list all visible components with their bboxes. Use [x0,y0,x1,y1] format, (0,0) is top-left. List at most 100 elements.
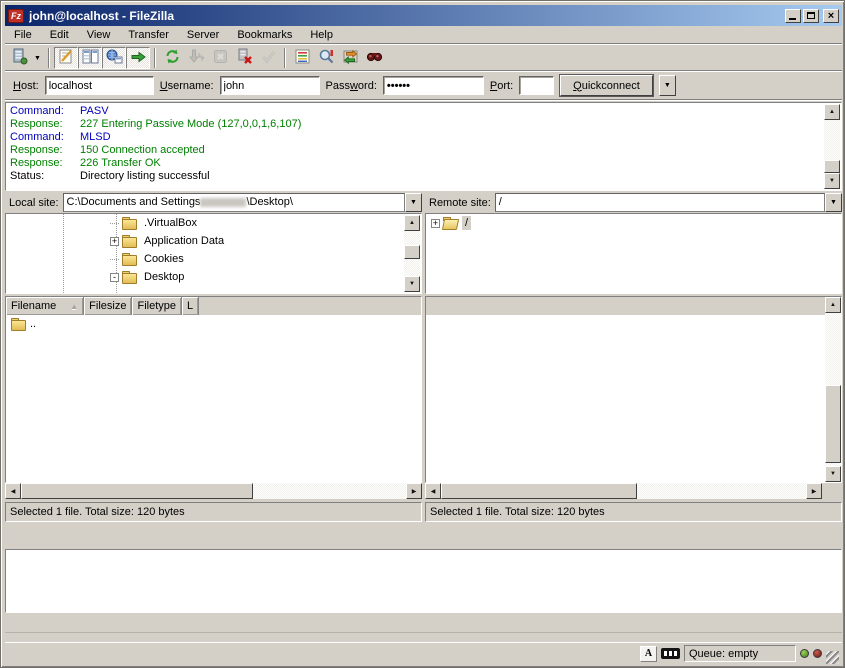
column-header[interactable]: Filetype ▲ [132,297,182,315]
queue-status: Queue: empty [684,645,796,662]
menu-item[interactable]: Bookmarks [228,28,301,42]
scrollbar-thumb[interactable] [441,483,637,499]
transfer-queue-list[interactable] [5,549,842,613]
close-button[interactable]: × [823,9,839,23]
toggle-transfer-queue-button[interactable] [126,47,150,69]
scroll-up-icon[interactable]: ▲ [824,104,840,120]
synchronized-browsing-button[interactable] [338,47,362,69]
reconnect-button[interactable] [256,47,280,69]
tree-item[interactable]: Cookies [6,250,421,268]
toolbar-separator [154,48,156,68]
filezilla-window: Fz john@localhost - FileZilla × FileEdit… [0,0,845,668]
column-header[interactable]: Filesize ▲ [84,297,132,315]
port-input[interactable] [519,76,554,95]
local-site-combo[interactable]: C:\Documents and Settings\Desktop\ ▼ [63,193,422,212]
process-queue-button[interactable] [184,47,208,69]
scroll-up-icon[interactable]: ▲ [404,215,420,231]
log-line: Response: 226 Transfer OK [6,157,824,170]
column-header[interactable]: L ▲ [182,297,199,315]
message-log: Command: PASV Response: 227 Entering Pas… [5,102,842,191]
..[interactable]: .. [6,315,421,332]
toolbar-separator [284,48,286,68]
remote-list-hscrollbar[interactable]: ◀ ▶ [425,483,822,499]
log-scrollbar[interactable]: ▲ ▼ [824,104,840,189]
menu-item[interactable]: View [78,28,120,42]
log-line: Command: PASV [6,105,824,118]
tree-item[interactable]: - Desktop [6,268,421,286]
menu-item[interactable]: Edit [41,28,78,42]
toggle-message-log-button[interactable] [54,47,78,69]
quickconnect-button[interactable]: Quickconnect [560,75,653,96]
tree-item[interactable]: + / [426,214,841,232]
window-title: john@localhost - FileZilla [29,9,783,23]
host-label: Host: [13,80,39,92]
scrollbar-thumb[interactable] [825,385,841,463]
quickconnect-bar: Host: Username: Password: Port: Quickcon… [5,72,842,99]
site-manager-dropdown[interactable]: ▼ [31,47,44,69]
remote-list-scrollbar[interactable]: ▲ ▼ [825,297,841,482]
scroll-down-icon[interactable]: ▼ [825,466,841,482]
scrollbar-thumb[interactable] [404,245,420,259]
tree-expander[interactable]: + [110,237,119,246]
disconnect-button[interactable] [232,47,256,69]
activity-led-red [813,649,822,658]
local-directory-tree: .VirtualBox + Application Data Cookies -… [5,213,422,294]
scroll-left-icon[interactable]: ◀ [5,483,21,499]
scroll-up-icon[interactable]: ▲ [825,297,841,313]
scroll-right-icon[interactable]: ▶ [406,483,422,499]
password-input[interactable] [383,76,484,95]
separator [5,99,842,101]
scroll-right-icon[interactable]: ▶ [806,483,822,499]
directory-comparison-button[interactable] [314,47,338,69]
tree-expander[interactable] [110,223,119,224]
remote-site-combo[interactable]: / ▼ [495,193,842,212]
chevron-down-icon[interactable]: ▼ [825,193,842,212]
menu-item[interactable]: Server [178,28,228,42]
scroll-left-icon[interactable]: ◀ [425,483,441,499]
menu-item[interactable]: Transfer [119,28,178,42]
queue-tabs [5,614,842,633]
tree-expander[interactable]: + [431,219,440,228]
password-label: Password: [326,80,377,92]
file-icon [11,317,26,331]
menu-item[interactable]: Help [301,28,342,42]
maximize-button[interactable] [803,9,819,23]
scrollbar-thumb[interactable] [824,160,840,173]
filter-button[interactable] [290,47,314,69]
toolbar-separator [48,48,50,68]
username-input[interactable] [220,76,320,95]
quickconnect-dropdown[interactable]: ▼ [659,75,676,96]
local-tree-scrollbar[interactable]: ▲ ▼ [404,215,420,292]
remote-selection-status: Selected 1 file. Total size: 120 bytes [425,502,842,522]
remote-file-list: ▲ ▼ [425,296,842,483]
tree-expander[interactable] [110,259,119,260]
toggle-remote-tree-button[interactable] [102,47,126,69]
remote-site-path: / [495,193,825,212]
column-header[interactable]: Filename ▲ [6,297,84,315]
speed-limit-icon [661,648,680,659]
sort-ascending-icon: ▲ [70,302,78,311]
title-bar[interactable]: Fz john@localhost - FileZilla × [5,5,842,26]
toggle-local-tree-button[interactable] [78,47,102,69]
resize-grip[interactable] [826,651,839,664]
scroll-down-icon[interactable]: ▼ [824,173,840,189]
port-label: Port: [490,80,513,92]
log-line: Command: MLSD [6,131,824,144]
menu-item[interactable]: File [5,28,41,42]
site-manager-button[interactable] [7,47,31,69]
log-line: Status: Directory listing successful [6,170,824,183]
scrollbar-thumb[interactable] [21,483,253,499]
tree-expander[interactable]: - [110,273,119,282]
username-label: Username: [160,80,214,92]
tree-item[interactable]: .VirtualBox [6,214,421,232]
find-files-button[interactable] [362,47,386,69]
minimize-button[interactable] [785,9,801,23]
scroll-down-icon[interactable]: ▼ [404,276,420,292]
refresh-button[interactable] [160,47,184,69]
local-list-hscrollbar[interactable]: ◀ ▶ [5,483,422,499]
host-input[interactable] [45,76,154,95]
cancel-operation-button[interactable] [208,47,232,69]
menu-bar: FileEditViewTransferServerBookmarksHelp [5,27,842,43]
chevron-down-icon[interactable]: ▼ [405,193,422,212]
tree-item[interactable]: + Application Data [6,232,421,250]
